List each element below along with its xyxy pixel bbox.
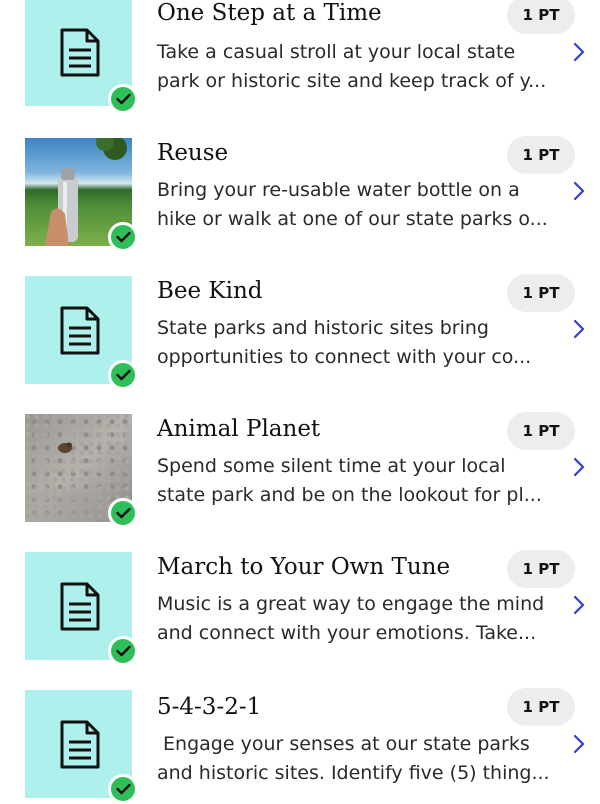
activity-item[interactable]: One Step at a Time 1 PT Take a casual st… (0, 0, 600, 138)
chevron-right-icon[interactable] (572, 734, 586, 754)
activity-description: Spend some silent time at your local sta… (157, 455, 542, 506)
activity-item[interactable]: March to Your Own Tune 1 PT Music is a g… (0, 550, 600, 690)
activity-title: One Step at a Time (157, 0, 382, 26)
activity-description: Bring your re-usable water bottle on a h… (157, 179, 548, 230)
points-badge: 1 PT (507, 274, 575, 312)
document-icon (60, 720, 100, 769)
activity-title: Animal Planet (157, 416, 321, 442)
activity-list: One Step at a Time 1 PT Take a casual st… (0, 0, 600, 804)
activity-item[interactable]: 5-4-3-2-1 1 PT Engage your senses at our… (0, 688, 600, 804)
completed-check-icon (108, 222, 138, 252)
activity-item[interactable]: Reuse 1 PT Bring your re-usable water bo… (0, 136, 600, 276)
points-badge: 1 PT (507, 136, 575, 174)
points-badge: 1 PT (507, 412, 575, 450)
chevron-right-icon[interactable] (572, 595, 586, 615)
completed-check-icon (108, 360, 138, 390)
points-badge: 1 PT (507, 0, 575, 34)
activity-title: Reuse (157, 140, 229, 166)
activity-title: 5-4-3-2-1 (157, 694, 262, 720)
completed-check-icon (108, 636, 138, 666)
document-icon (60, 28, 100, 77)
points-badge: 1 PT (507, 550, 575, 588)
activity-description: Music is a great way to engage the mind … (157, 593, 551, 644)
activity-item[interactable]: Bee Kind 1 PT State parks and historic s… (0, 274, 600, 414)
document-icon (60, 582, 100, 631)
document-icon (60, 306, 100, 355)
chevron-right-icon[interactable] (572, 319, 586, 339)
chevron-right-icon[interactable] (572, 181, 586, 201)
chevron-right-icon[interactable] (572, 42, 586, 62)
activity-title: March to Your Own Tune (157, 554, 451, 580)
completed-check-icon (108, 498, 138, 528)
activity-description: Take a casual stroll at your local state… (157, 41, 547, 92)
activity-item[interactable]: Animal Planet 1 PT Spend some silent tim… (0, 412, 600, 552)
chevron-right-icon[interactable] (572, 457, 586, 477)
activity-title: Bee Kind (157, 278, 263, 304)
points-badge: 1 PT (507, 688, 575, 726)
activity-description: Engage your senses at our state parks an… (157, 733, 550, 784)
activity-description: State parks and historic sites bring opp… (157, 317, 532, 368)
completed-check-icon (108, 84, 138, 114)
